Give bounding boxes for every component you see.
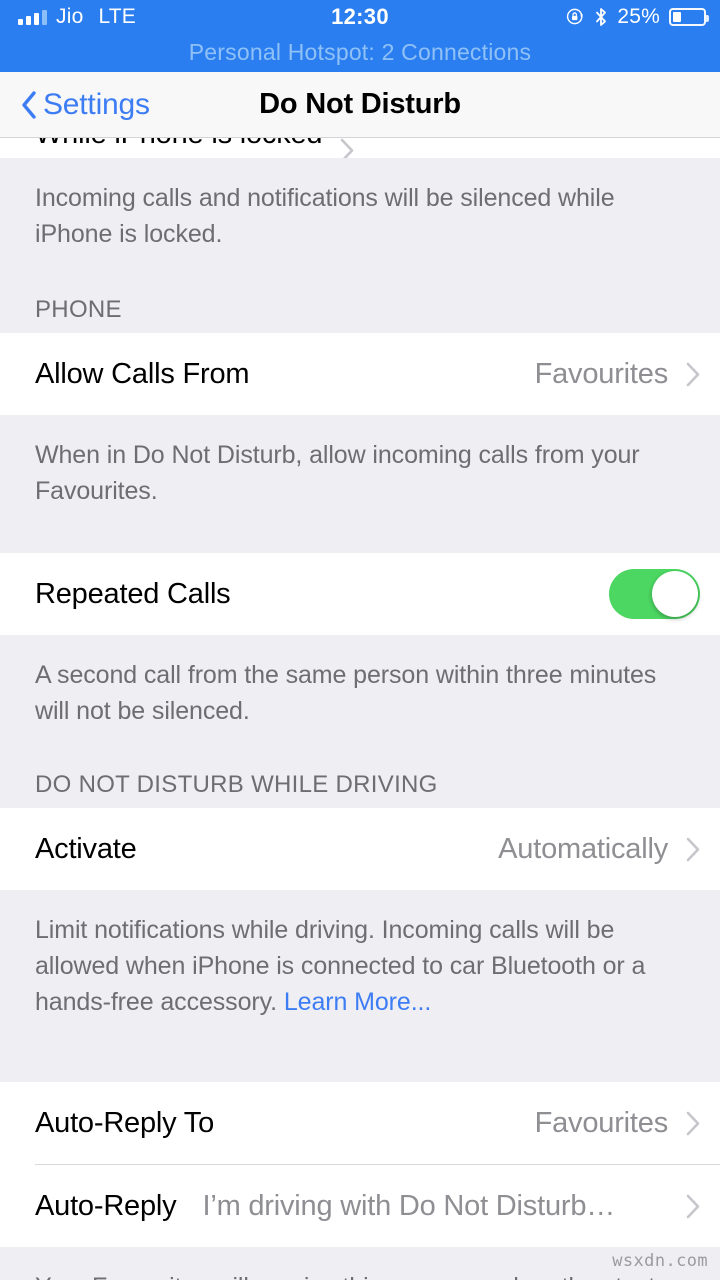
status-bar-row: Jio LTE 12:30 25% bbox=[0, 0, 720, 33]
chevron-right-icon bbox=[686, 1111, 700, 1135]
row-label: Auto-Reply To bbox=[35, 1106, 215, 1139]
row-allow-calls-from[interactable]: Allow Calls From Favourites bbox=[0, 333, 720, 415]
rotation-lock-icon bbox=[567, 8, 584, 25]
section-header-phone: PHONE bbox=[0, 296, 720, 333]
repeated-calls-group: Repeated Calls bbox=[0, 553, 720, 635]
row-label: Repeated Calls bbox=[35, 577, 231, 610]
row-auto-reply-to[interactable]: Auto-Reply To Favourites bbox=[0, 1082, 720, 1164]
settings-list[interactable]: While iPhone is locked Incoming calls an… bbox=[0, 138, 720, 1280]
phone-screen: Jio LTE 12:30 25% Personal Hotspot: 2 Co… bbox=[0, 0, 720, 1280]
driving-footer: Limit notifications while driving. Incom… bbox=[0, 890, 720, 1020]
auto-reply-group: Auto-Reply To Favourites Auto-Reply I’m … bbox=[0, 1082, 720, 1247]
chevron-right-icon bbox=[686, 362, 700, 386]
spacer bbox=[0, 509, 720, 553]
row-value: Automatically bbox=[498, 832, 668, 865]
repeated-calls-toggle[interactable] bbox=[609, 569, 700, 619]
row-auto-reply[interactable]: Auto-Reply I’m driving with Do Not Distu… bbox=[0, 1165, 720, 1247]
driving-group: Activate Automatically bbox=[0, 808, 720, 890]
toggle-knob bbox=[652, 571, 698, 617]
section-header-driving: DO NOT DISTURB WHILE DRIVING bbox=[0, 771, 720, 808]
silence-group: While iPhone is locked bbox=[0, 138, 720, 158]
row-label: Allow Calls From bbox=[35, 357, 250, 390]
chevron-right-icon bbox=[686, 837, 700, 861]
row-label: Activate bbox=[35, 832, 137, 865]
row-value: Favourites bbox=[534, 357, 669, 390]
row-while-iphone-is-locked[interactable]: While iPhone is locked bbox=[0, 138, 720, 158]
row-label: Auto-Reply bbox=[35, 1189, 177, 1222]
status-bar-right: 25% bbox=[566, 0, 709, 33]
row-value: I’m driving with Do Not Disturb… bbox=[202, 1189, 616, 1222]
chevron-right-icon bbox=[686, 1194, 700, 1218]
phone-group: Allow Calls From Favourites bbox=[0, 333, 720, 415]
personal-hotspot-banner[interactable]: Personal Hotspot: 2 Connections bbox=[0, 33, 720, 72]
battery-percent-label: 25% bbox=[617, 5, 660, 28]
row-value: Favourites bbox=[534, 1106, 669, 1139]
repeated-calls-footer: A second call from the same person withi… bbox=[0, 635, 720, 729]
bluetooth-icon bbox=[596, 7, 607, 26]
page-title: Do Not Disturb bbox=[259, 88, 461, 120]
spacer bbox=[0, 729, 720, 771]
silence-footer: Incoming calls and notifications will be… bbox=[0, 158, 720, 252]
spacer bbox=[0, 1020, 720, 1082]
row-activate[interactable]: Activate Automatically bbox=[0, 808, 720, 890]
learn-more-link[interactable]: Learn More... bbox=[284, 988, 431, 1016]
battery-icon bbox=[669, 7, 709, 26]
status-bar: Jio LTE 12:30 25% Personal Hotspot: 2 Co… bbox=[0, 0, 720, 72]
spacer bbox=[0, 252, 720, 296]
navigation-bar: Settings Do Not Disturb bbox=[0, 72, 720, 138]
row-label: While iPhone is locked bbox=[35, 138, 323, 151]
row-repeated-calls[interactable]: Repeated Calls bbox=[0, 553, 720, 635]
chevron-right-icon bbox=[341, 138, 354, 158]
phone-footer: When in Do Not Disturb, allow incoming c… bbox=[0, 415, 720, 509]
watermark: wsxdn.com bbox=[612, 1251, 708, 1271]
